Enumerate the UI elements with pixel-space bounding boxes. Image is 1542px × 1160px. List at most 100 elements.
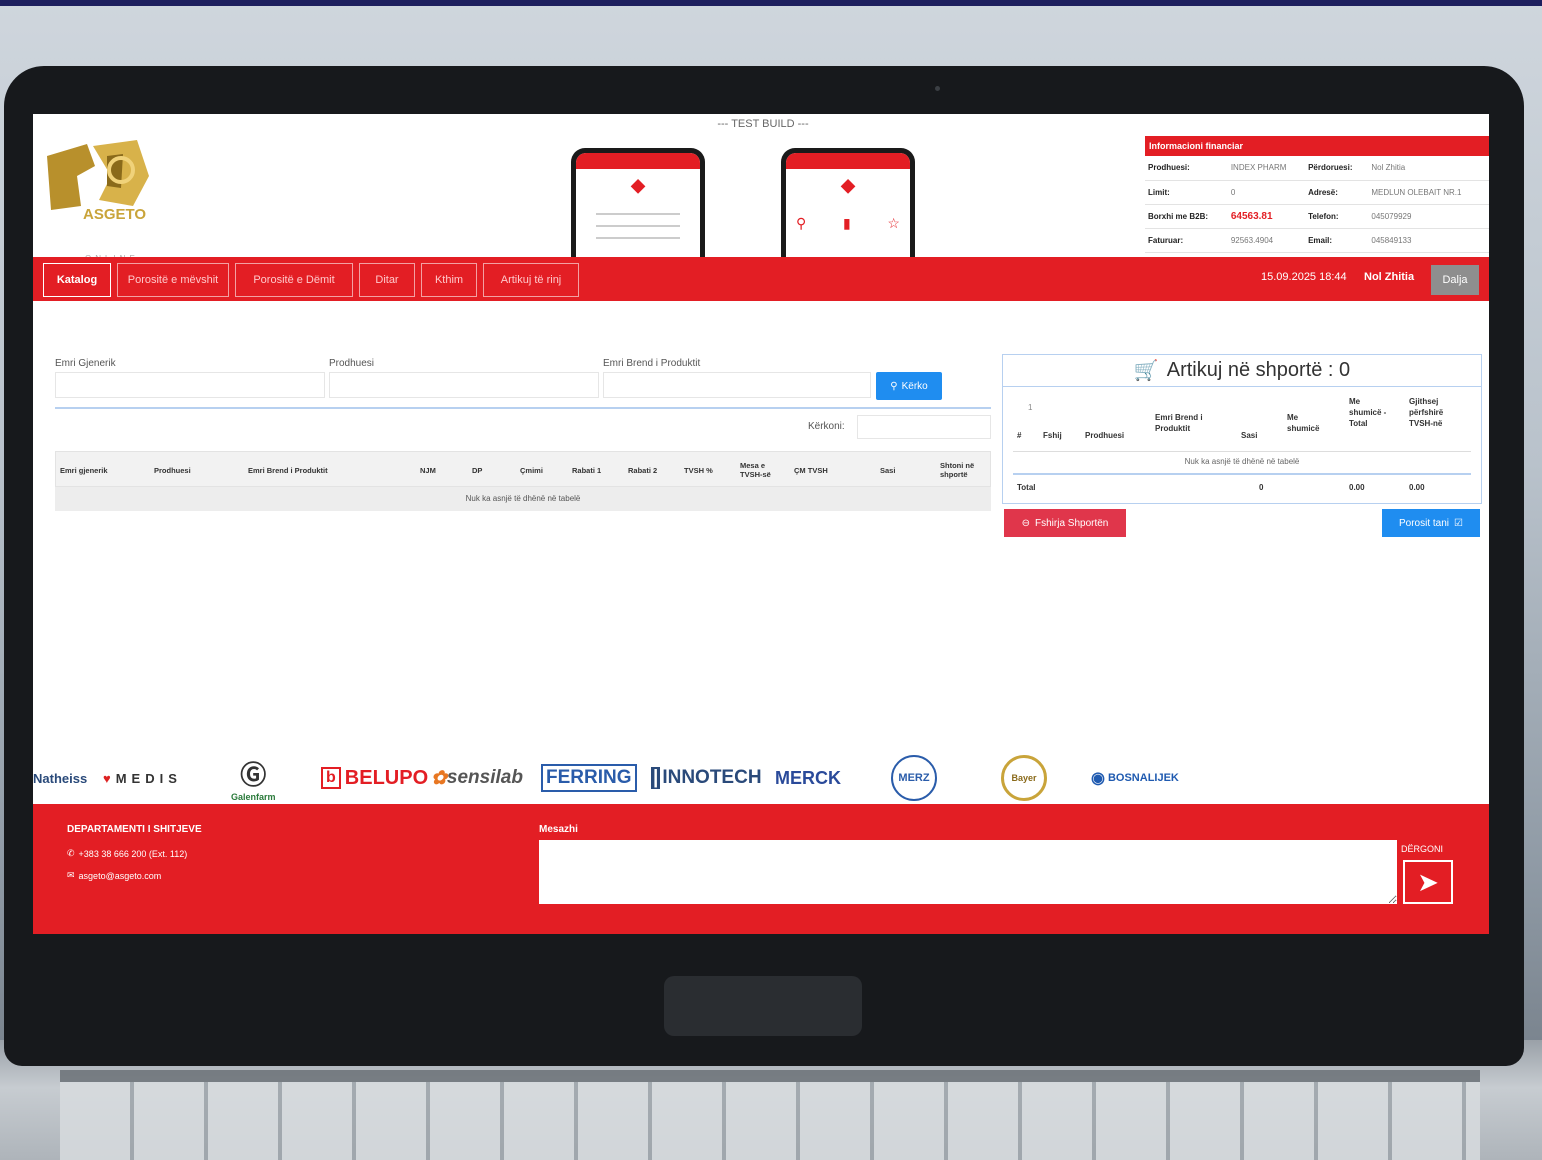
brand-logo: MERZ (891, 754, 937, 802)
keyboard (60, 1070, 1480, 1160)
cart-total-amount: 0.00 (1349, 483, 1365, 492)
products-table-header: Emri gjenerik Prodhuesi Emri Brend i Pro… (55, 451, 991, 487)
phone-icon: ✆ (67, 848, 75, 858)
cart-column-header: Sasi (1241, 431, 1258, 440)
footer-email[interactable]: ✉ asgeto@asgeto.com (67, 870, 161, 881)
filter-input[interactable] (857, 415, 991, 439)
search-icon: ⚲ (890, 380, 898, 392)
nav-item-katalog[interactable]: Katalog (43, 263, 111, 297)
app-screen: --- TEST BUILD --- ASGETO ONLINE ◆ ◆ ⚲ ▮ (33, 114, 1489, 934)
order-now-button[interactable]: Porosit tani ☑ (1382, 509, 1480, 537)
producer-input[interactable] (329, 372, 599, 398)
cart-title: 🛒 Artikuj në shportë : 0 (1003, 355, 1481, 387)
test-build-label: --- TEST BUILD --- (717, 118, 809, 130)
top-strip (0, 0, 1542, 6)
cart-panel: 🛒 Artikuj në shportë : 0 1 # Fshij Prodh… (1002, 354, 1482, 504)
column-header[interactable]: Rabati 1 (568, 452, 618, 488)
empty-cart-button[interactable]: ⊖ Fshirja Shportën (1004, 509, 1126, 537)
brand-name-input[interactable] (603, 372, 871, 398)
brand-name-label: Emri Brend i Produktit (603, 358, 701, 369)
star-icon: ☆ (887, 215, 900, 231)
cart-column-header: Emri Brend i Produktit (1155, 413, 1203, 433)
sales-dept-title: DEPARTAMENTI I SHITJEVE (67, 824, 202, 835)
financial-row: Limit: 0 Adresë: MEDLUN OLEBAIT NR.1 (1145, 180, 1489, 205)
search-underline (55, 407, 991, 409)
phone-logo-icon: ◆ (631, 175, 645, 195)
mail-icon: ✉ (67, 870, 75, 880)
brand-logo: ✿ sensilab (431, 767, 523, 789)
brand-logo: ♥ MEDIS (103, 770, 182, 786)
column-header[interactable]: Sasi (876, 452, 906, 488)
cart-column-header: Me shumicë (1287, 413, 1320, 433)
cart-column-header: Me shumicë - Total (1349, 397, 1387, 428)
financial-row: Faturuar: 92563.4904 Email: 045849133 (1145, 228, 1489, 253)
brand-logo: Ⓖ Galenfarm (231, 754, 276, 802)
phone-logo-icon: ◆ (841, 175, 855, 195)
minus-circle-icon: ⊖ (1021, 517, 1030, 529)
products-table-empty: Nuk ka asnjë të dhënë në tabelë (55, 487, 991, 511)
brand-logo: ◉ BOSNALIJEK (1091, 770, 1179, 787)
column-header[interactable]: Emri gjenerik (56, 452, 146, 488)
generic-name-label: Emri Gjenerik (55, 358, 116, 369)
footer-phone: ✆ +383 38 666 200 (Ext. 112) (67, 848, 188, 859)
send-button[interactable]: ➤ (1403, 860, 1453, 904)
column-header[interactable]: Mesa e TVSH-së (736, 452, 786, 488)
butterfly-icon: ✿ (431, 767, 447, 789)
column-header[interactable]: TVSH % (680, 452, 730, 488)
column-header[interactable]: DP (468, 452, 508, 488)
message-label: Mesazhi (539, 824, 578, 835)
nav-item-orders[interactable]: Porositë e mëvshit (117, 263, 229, 297)
column-header[interactable]: Çmimi (516, 452, 560, 488)
financial-row: Prodhuesi: INDEX PHARM Përdoruesi: Nol Zhi… (1145, 156, 1489, 181)
column-header[interactable]: ÇM TVSH (790, 452, 846, 488)
search-icon: ⚲ (796, 215, 807, 231)
cart-column-header: Gjithsej përfshirë TVSH-në (1409, 397, 1444, 428)
column-header[interactable]: NJM (416, 452, 456, 488)
cart-column-header: Prodhuesi (1085, 431, 1125, 440)
galenfarm-icon: Ⓖ (240, 759, 267, 790)
brand-logo: FERRING (541, 754, 637, 802)
document-icon: ▮ (842, 215, 851, 231)
footer: DEPARTAMENTI I SHITJEVE ✆ +383 38 666 200… (33, 804, 1489, 934)
nav-datetime: 15.09.2025 18:44 (1261, 271, 1347, 283)
main-nav: Katalog Porositë e mëvshit Porositë e Dë… (33, 257, 1489, 301)
logout-button[interactable]: Dalja (1431, 265, 1479, 295)
financial-info-title: Informacioni financiar (1145, 136, 1489, 156)
phone-mockup: ◆ (571, 148, 705, 258)
logo[interactable]: ASGETO ONLINE (37, 136, 157, 263)
cart-total-label: Total (1017, 483, 1036, 492)
paper-plane-icon: ➤ (1417, 866, 1439, 897)
send-label: DËRGONI (1401, 844, 1444, 854)
belupo-icon: b (321, 767, 341, 789)
column-header[interactable]: Prodhuesi (150, 452, 240, 488)
nav-username: Nol Zhitia (1364, 271, 1415, 283)
nav-item-new-items[interactable]: Artikuj të rinj (483, 263, 579, 297)
financial-row: Borxhi me B2B: 64563.81 Telefon: 045079929 (1145, 204, 1489, 229)
cart-total-qty: 0 (1259, 483, 1264, 492)
nav-item-journal[interactable]: Ditar (359, 263, 415, 297)
logo-text: ASGETO (83, 206, 147, 223)
camera (935, 86, 940, 91)
touchpad (664, 976, 862, 1036)
search-button[interactable]: ⚲ Kërko (876, 372, 942, 400)
brand-logo: Bayer (1001, 754, 1047, 802)
column-header[interactable]: Shtoni në shportë (936, 452, 992, 488)
heart-icon: ♥ (103, 770, 116, 786)
cart-row-index: 1 (1028, 403, 1033, 412)
column-header[interactable]: Emri Brend i Produktit (244, 452, 414, 488)
nav-item-damage-orders[interactable]: Porositë e Dëmit (235, 263, 353, 297)
cart-total-vat: 0.00 (1409, 483, 1425, 492)
shopping-cart-icon: 🛒 (1133, 360, 1159, 382)
nav-item-returns[interactable]: Kthim (421, 263, 477, 297)
cart-empty-message: Nuk ka asnjë të dhënë në tabelë (1184, 457, 1300, 466)
filter-label: Kërkoni: (808, 421, 845, 432)
check-square-icon: ☑ (1454, 517, 1463, 529)
phone-mockup: ◆ ⚲ ▮ ☆ (781, 148, 915, 258)
brand-logo: Natheiss (33, 770, 88, 786)
cart-column-header: # (1017, 431, 1022, 440)
column-header[interactable]: Rabati 2 (624, 452, 674, 488)
message-textarea[interactable] (539, 840, 1397, 904)
financial-info-panel: Informacioni financiar Prodhuesi: INDEX P… (1145, 136, 1489, 253)
cart-column-header: Fshij (1043, 431, 1062, 440)
generic-name-input[interactable] (55, 372, 325, 398)
